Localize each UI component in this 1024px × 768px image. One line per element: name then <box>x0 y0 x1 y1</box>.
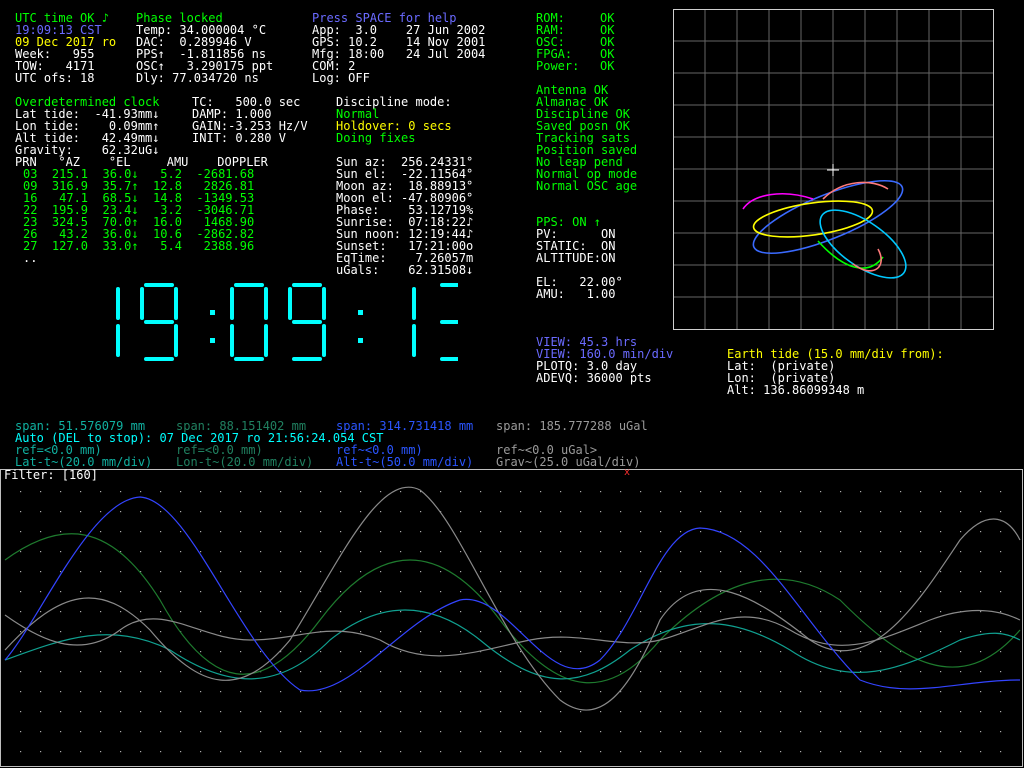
cursor-marker[interactable]: x <box>624 467 630 478</box>
tide-graph[interactable]: Filter: [160] x <box>0 466 1024 768</box>
earth-tide-alt: Alt: 136.86099348 m <box>727 383 865 397</box>
health-power-label: Power: <box>536 59 580 73</box>
clock-colon <box>210 338 215 343</box>
init-voltage: INIT: 0.280 V <box>192 131 286 145</box>
utc-offset: UTC ofs: 18 <box>15 71 95 85</box>
clock-colon <box>358 338 363 343</box>
status-osc-age: Normal OSC age <box>536 179 638 193</box>
clock-colon <box>358 310 363 315</box>
amu-mask: AMU: 1.00 <box>536 287 616 301</box>
clock-colon <box>210 310 215 315</box>
ugals: uGals: 62.31508↓ <box>336 263 474 277</box>
log-status: Log: OFF <box>312 71 370 85</box>
health-power-value: OK <box>600 59 615 73</box>
grav-span: span: 185.777288 uGal <box>496 419 648 433</box>
altitude-filter: ALTITUDE:ON <box>536 251 616 265</box>
satellite-sky-plot <box>673 9 994 330</box>
cable-delay: Dly: 77.034720 ns <box>136 71 259 85</box>
filter-label: Filter: [160] <box>4 468 98 482</box>
graph-frame <box>0 469 1023 767</box>
sat-table-more: .. <box>23 251 38 265</box>
adev-queue: ADEVQ: 36000 pts <box>536 371 652 385</box>
fix-status: Doing fixes <box>336 131 416 145</box>
table-row: 27 127.0 33.0↑ 5.4 2388.96 <box>23 239 255 253</box>
big-clock <box>116 283 458 361</box>
